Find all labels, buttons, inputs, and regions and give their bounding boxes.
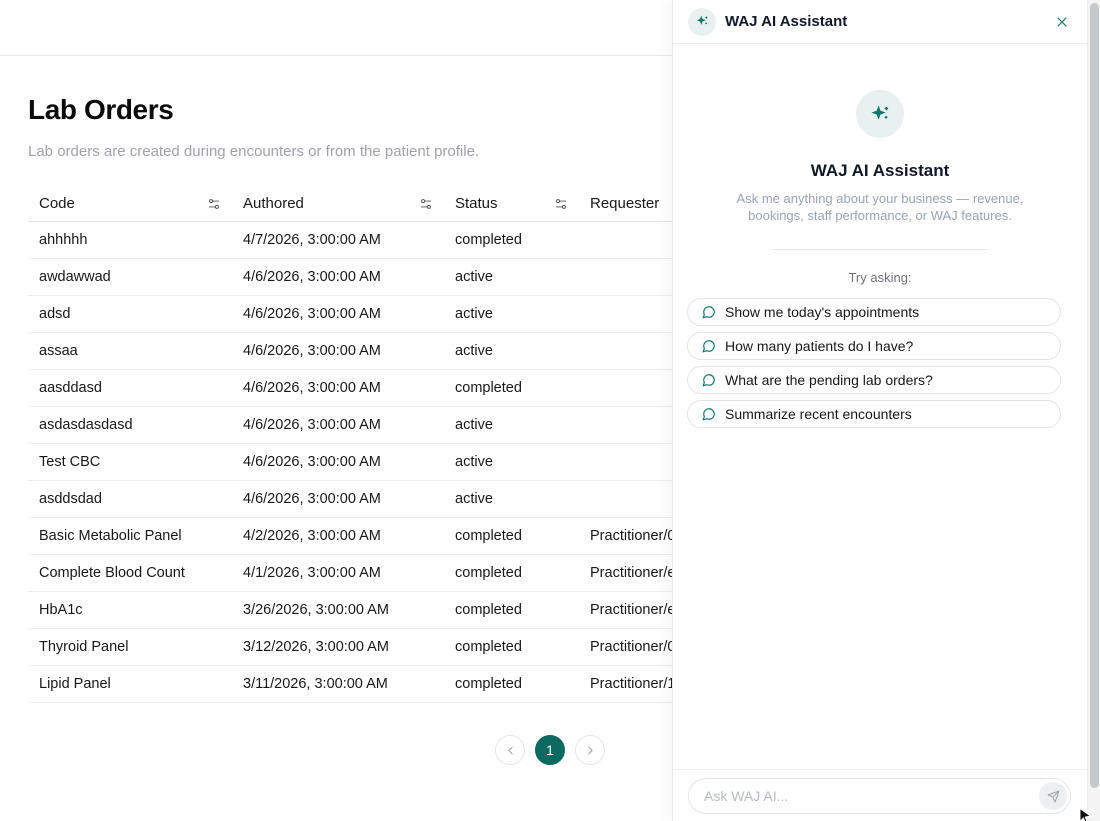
cell-code: asddsdad bbox=[28, 491, 232, 507]
close-panel-button[interactable] bbox=[1052, 12, 1072, 32]
cell-status: completed bbox=[444, 380, 579, 396]
cell-authored: 4/6/2026, 3:00:00 AM bbox=[232, 454, 444, 470]
suggestion-text: Show me today's appointments bbox=[725, 304, 919, 320]
message-circle-icon bbox=[702, 305, 716, 319]
current-page-button[interactable]: 1 bbox=[535, 735, 565, 765]
cell-status: active bbox=[444, 343, 579, 359]
close-icon bbox=[1054, 14, 1070, 30]
sparkles-icon bbox=[688, 8, 716, 36]
cell-authored: 3/12/2026, 3:00:00 AM bbox=[232, 639, 444, 655]
suggestion-list: Show me today's appointments How many pat… bbox=[687, 298, 1061, 428]
cell-code: Basic Metabolic Panel bbox=[28, 528, 232, 544]
prev-page-button[interactable] bbox=[495, 735, 525, 765]
cell-code: asdasdasdasd bbox=[28, 417, 232, 433]
cell-authored: 4/6/2026, 3:00:00 AM bbox=[232, 491, 444, 507]
cell-code: Thyroid Panel bbox=[28, 639, 232, 655]
cell-status: completed bbox=[444, 639, 579, 655]
cell-code: adsd bbox=[28, 306, 232, 322]
sort-authored-button[interactable] bbox=[419, 197, 433, 211]
column-label: Requester bbox=[590, 195, 659, 212]
column-header-code: Code bbox=[28, 195, 232, 212]
ai-assistant-panel: WAJ AI Assistant WAJ AI Assistant Ask me… bbox=[672, 0, 1100, 821]
suggestion-pill[interactable]: Summarize recent encounters bbox=[687, 400, 1061, 428]
sliders-sort-icon bbox=[207, 197, 221, 211]
chevron-left-icon bbox=[504, 744, 517, 757]
cell-code: Lipid Panel bbox=[28, 676, 232, 692]
panel-scrollbar[interactable] bbox=[1087, 0, 1100, 821]
sliders-sort-icon bbox=[554, 197, 568, 211]
suggestion-text: How many patients do I have? bbox=[725, 338, 913, 354]
send-icon bbox=[1047, 790, 1060, 803]
cell-authored: 4/6/2026, 3:00:00 AM bbox=[232, 269, 444, 285]
assistant-body: WAJ AI Assistant Ask me anything about y… bbox=[673, 90, 1087, 428]
column-label: Code bbox=[39, 195, 75, 212]
scrollbar-thumb[interactable] bbox=[1090, 3, 1099, 788]
cell-authored: 4/2/2026, 3:00:00 AM bbox=[232, 528, 444, 544]
cell-status: active bbox=[444, 417, 579, 433]
suggestion-pill[interactable]: How many patients do I have? bbox=[687, 332, 1061, 360]
suggestion-text: Summarize recent encounters bbox=[725, 406, 912, 422]
suggestion-pill[interactable]: What are the pending lab orders? bbox=[687, 366, 1061, 394]
cell-status: active bbox=[444, 454, 579, 470]
column-label: Authored bbox=[243, 195, 304, 212]
cell-authored: 4/6/2026, 3:00:00 AM bbox=[232, 380, 444, 396]
column-header-status: Status bbox=[444, 195, 579, 212]
cell-status: completed bbox=[444, 232, 579, 248]
message-circle-icon bbox=[702, 339, 716, 353]
suggestion-pill[interactable]: Show me today's appointments bbox=[687, 298, 1061, 326]
message-circle-icon bbox=[702, 373, 716, 387]
sliders-sort-icon bbox=[419, 197, 433, 211]
cell-status: active bbox=[444, 269, 579, 285]
cell-status: active bbox=[444, 306, 579, 322]
column-header-authored: Authored bbox=[232, 195, 444, 212]
sort-code-button[interactable] bbox=[207, 197, 221, 211]
cell-status: completed bbox=[444, 565, 579, 581]
ai-assistant-panel-content: WAJ AI Assistant WAJ AI Assistant Ask me… bbox=[673, 0, 1087, 821]
send-button[interactable] bbox=[1039, 782, 1067, 810]
cell-authored: 4/7/2026, 3:00:00 AM bbox=[232, 232, 444, 248]
cell-authored: 4/6/2026, 3:00:00 AM bbox=[232, 343, 444, 359]
cell-code: awdawwad bbox=[28, 269, 232, 285]
cell-authored: 3/26/2026, 3:00:00 AM bbox=[232, 602, 444, 618]
suggestion-text: What are the pending lab orders? bbox=[725, 372, 933, 388]
assistant-header-title: WAJ AI Assistant bbox=[725, 13, 1043, 30]
message-circle-icon bbox=[702, 407, 716, 421]
cell-code: ahhhhh bbox=[28, 232, 232, 248]
next-page-button[interactable] bbox=[575, 735, 605, 765]
cell-code: aasddasd bbox=[28, 380, 232, 396]
chevron-right-icon bbox=[584, 744, 597, 757]
cell-status: active bbox=[444, 491, 579, 507]
sparkles-icon bbox=[856, 90, 904, 138]
assistant-title: WAJ AI Assistant bbox=[673, 161, 1087, 181]
divider bbox=[772, 249, 988, 250]
column-label: Status bbox=[455, 195, 498, 212]
cell-authored: 3/11/2026, 3:00:00 AM bbox=[232, 676, 444, 692]
cell-code: HbA1c bbox=[28, 602, 232, 618]
assistant-description: Ask me anything about your business — re… bbox=[730, 190, 1030, 224]
cell-code: assaa bbox=[28, 343, 232, 359]
try-asking-label: Try asking: bbox=[673, 270, 1087, 285]
cell-authored: 4/1/2026, 3:00:00 AM bbox=[232, 565, 444, 581]
ask-ai-input[interactable] bbox=[688, 778, 1071, 814]
cell-status: completed bbox=[444, 528, 579, 544]
cell-authored: 4/6/2026, 3:00:00 AM bbox=[232, 306, 444, 322]
cell-authored: 4/6/2026, 3:00:00 AM bbox=[232, 417, 444, 433]
assistant-header: WAJ AI Assistant bbox=[673, 0, 1087, 44]
cell-code: Complete Blood Count bbox=[28, 565, 232, 581]
cell-status: completed bbox=[444, 676, 579, 692]
cell-status: completed bbox=[444, 602, 579, 618]
assistant-footer bbox=[673, 769, 1087, 821]
sort-status-button[interactable] bbox=[554, 197, 568, 211]
cell-code: Test CBC bbox=[28, 454, 232, 470]
